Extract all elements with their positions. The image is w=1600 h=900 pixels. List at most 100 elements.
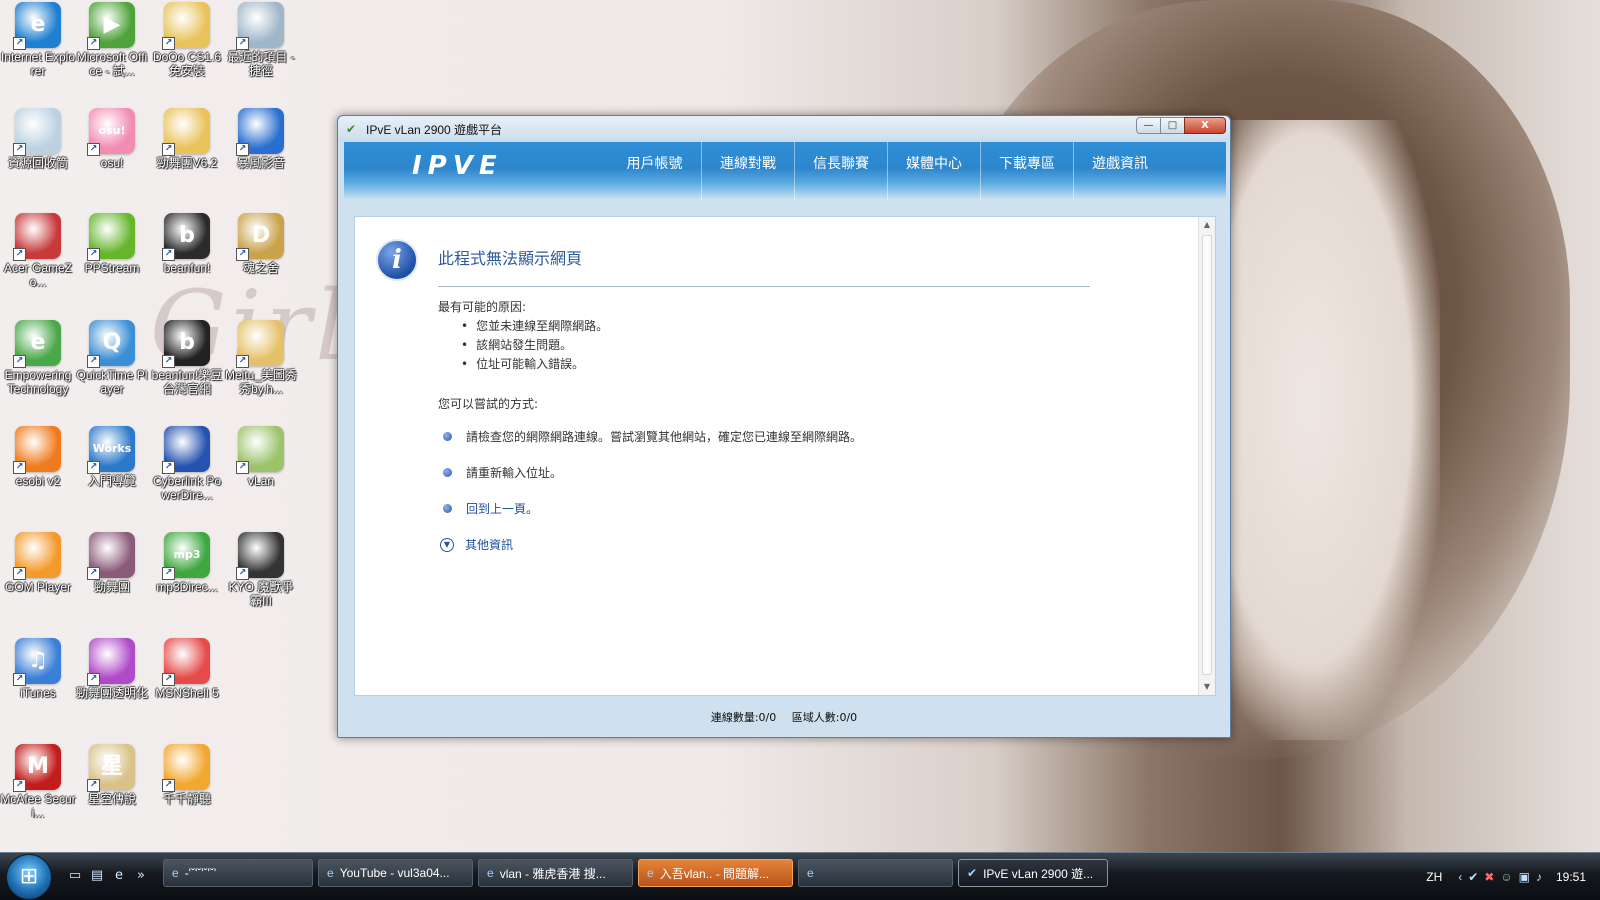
switch-windows-icon[interactable]: ▤ (86, 865, 108, 887)
desktop-icon[interactable]: ↗ Cyberlink PowerDire... (149, 426, 225, 502)
show-desktop-icon[interactable]: ▭ (64, 865, 86, 887)
scroll-thumb[interactable] (1202, 235, 1212, 675)
app-shortcut-icon[interactable]: Works ↗ (87, 426, 135, 474)
desktop-icon[interactable]: Q ↗ QuickTime Player (74, 320, 150, 396)
taskbar-button[interactable]: e (798, 859, 953, 887)
desktop-icon[interactable]: ↗ esobi v2 (0, 426, 76, 488)
taskbar-button[interactable]: e 入吾vlan.. - 問題解... (638, 859, 793, 887)
network-icon[interactable]: ▣ (1519, 870, 1530, 884)
desktop-icon[interactable]: osu! ↗ osu! (74, 108, 150, 170)
app-shortcut-icon[interactable]: ↗ (236, 2, 284, 50)
desktop-icon[interactable]: ↗ 勁舞團透明化 (74, 638, 150, 700)
desktop-icon[interactable]: ♫ ↗ iTunes (0, 638, 76, 700)
desktop-icon[interactable]: ↗ 勁舞團V6.2 (149, 108, 225, 170)
desktop-icon[interactable]: ↗ Acer GameZo... (0, 213, 76, 289)
desktop-icon[interactable]: ↗ 千千靜聽 (149, 744, 225, 806)
app-shortcut-icon[interactable]: D ↗ (236, 213, 284, 261)
nav-user-account[interactable]: 用戶帳號 (608, 142, 701, 200)
desktop-icon[interactable]: e ↗ Empowering Technology (0, 320, 76, 396)
app-shortcut-icon[interactable]: mp3 ↗ (162, 532, 210, 580)
app-shortcut-icon[interactable]: osu! ↗ (87, 108, 135, 156)
ie-quick-icon[interactable]: e (108, 865, 130, 887)
volume-icon[interactable]: ♪ (1536, 870, 1542, 884)
desktop-icon[interactable]: ↗ Meitu_美圖秀秀by.h... (223, 320, 299, 396)
back-link[interactable]: 回到上一頁 (466, 500, 526, 517)
nav-game-info[interactable]: 遊戲資訊 (1073, 142, 1166, 200)
nav-items: 用戶帳號 連線對戰 信長聯賽 媒體中心 下載專區 遊戲資訊 (608, 142, 1166, 200)
chevron-left-icon[interactable]: ‹ (1458, 870, 1462, 884)
people-tray-icon[interactable]: ☺ (1500, 870, 1512, 884)
language-indicator[interactable]: ZH (1426, 870, 1442, 884)
app-shortcut-icon[interactable]: b ↗ (162, 320, 210, 368)
ie-icon: e (327, 866, 334, 880)
vertical-scrollbar[interactable]: ▲ ▼ (1198, 217, 1215, 695)
desktop-icon[interactable]: ↗ GOM Player (0, 532, 76, 594)
app-shortcut-icon[interactable]: ↗ (236, 108, 284, 156)
app-shortcut-icon[interactable]: ↗ (162, 108, 210, 156)
app-shortcut-icon[interactable]: ↗ (13, 426, 61, 474)
desktop-icon[interactable]: M ↗ McAfee Securi... (0, 744, 76, 820)
desktop-icon[interactable]: ↗ MSNShell 5 (149, 638, 225, 700)
scroll-up-icon[interactable]: ▲ (1199, 217, 1215, 233)
desktop-icon[interactable]: mp3 ↗ mp3Direc... (149, 532, 225, 594)
desktop-icon[interactable]: ↗ 勁舞團 (74, 532, 150, 594)
desktop-icon[interactable]: 星 ↗ 星空傳說 (74, 744, 150, 806)
minimize-button[interactable]: — (1136, 117, 1161, 134)
taskbar-button[interactable]: ✔ IPvE vLan 2900 遊... (958, 859, 1108, 887)
desktop-icon[interactable]: ▶ ↗ Microsoft Office - 試... (74, 2, 150, 78)
clock[interactable]: 19:51 (1556, 870, 1586, 884)
app-shortcut-icon[interactable]: ♫ ↗ (13, 638, 61, 686)
app-shortcut-icon[interactable]: ↗ (13, 532, 61, 580)
desktop-icon[interactable]: ↗ DoOo CS1.6 免安裝 (149, 2, 225, 78)
desktop-icon[interactable]: ↗ PPStream (74, 213, 150, 275)
app-shortcut-icon[interactable]: ↗ (162, 744, 210, 792)
app-shortcut-icon[interactable]: ↗ (87, 213, 135, 261)
app-shortcut-icon[interactable]: M ↗ (13, 744, 61, 792)
app-shortcut-icon[interactable]: ↗ (236, 532, 284, 580)
app-shortcut-icon[interactable]: 星 ↗ (87, 744, 135, 792)
window-titlebar[interactable]: ✔ IPvE vLan 2900 遊戲平台 — □ X (338, 116, 1230, 142)
app-shortcut-icon[interactable]: ↗ (87, 532, 135, 580)
desktop-icon[interactable]: ↗ 最近的項目 - 捷徑 (223, 2, 299, 78)
nav-online-battle[interactable]: 連線對戰 (701, 142, 794, 200)
more-info-item[interactable]: ▼ 其他資訊 (440, 536, 513, 553)
close-button[interactable]: X (1184, 117, 1226, 134)
chevron-down-icon[interactable]: ▼ (440, 537, 454, 552)
app-shortcut-icon[interactable]: ↗ (13, 108, 61, 156)
desktop-icon[interactable]: e ↗ Internet Explorer (0, 2, 76, 78)
desktop-icon[interactable]: Works ↗ 入門導覽 (74, 426, 150, 488)
app-shortcut-icon[interactable]: Q ↗ (87, 320, 135, 368)
taskbar-button[interactable]: e YouTube - vul3a04... (318, 859, 473, 887)
vlan-tray-icon[interactable]: ✔ (1468, 870, 1478, 884)
security-tray-icon[interactable]: ✖ (1484, 870, 1494, 884)
app-shortcut-icon[interactable]: ▶ ↗ (87, 2, 135, 50)
app-shortcut-icon[interactable]: ↗ (87, 638, 135, 686)
start-button[interactable]: ⊞ (6, 854, 52, 900)
scroll-down-icon[interactable]: ▼ (1199, 679, 1215, 695)
maximize-button[interactable]: □ (1160, 117, 1185, 134)
desktop-icon[interactable]: b ↗ beanfun! (149, 213, 225, 275)
desktop-icon[interactable]: ↗ 暴風影音 (223, 108, 299, 170)
app-shortcut-icon[interactable]: ↗ (236, 320, 284, 368)
taskbar-button[interactable]: e -'ˇ'ˇ'ˇ'ˇ' (163, 859, 313, 887)
taskbar-button[interactable]: e vlan - 雅虎香港 搜... (478, 859, 633, 887)
more-info-link[interactable]: 其他資訊 (465, 536, 513, 553)
desktop-icon[interactable]: ↗ vLan (223, 426, 299, 488)
app-shortcut-icon[interactable]: ↗ (162, 426, 210, 474)
desktop-icon[interactable]: D ↗ 魂之舍 (223, 213, 299, 275)
app-shortcut-icon[interactable]: ↗ (162, 2, 210, 50)
desktop-icon[interactable]: b ↗ beanfun!樂豆台灣官網 (149, 320, 225, 396)
app-shortcut-icon[interactable]: ↗ (236, 426, 284, 474)
app-shortcut-icon[interactable]: e ↗ (13, 2, 61, 50)
app-shortcut-icon[interactable]: b ↗ (162, 213, 210, 261)
app-shortcut-icon[interactable]: e ↗ (13, 320, 61, 368)
shortcut-arrow-icon: ↗ (13, 355, 26, 368)
app-shortcut-icon[interactable]: ↗ (162, 638, 210, 686)
chevron-right-icon[interactable]: » (130, 865, 152, 887)
desktop-icon[interactable]: ↗ 資源回收筒 (0, 108, 76, 170)
nav-downloads[interactable]: 下載專區 (980, 142, 1073, 200)
app-shortcut-icon[interactable]: ↗ (13, 213, 61, 261)
nav-media-center[interactable]: 媒體中心 (887, 142, 980, 200)
nav-league[interactable]: 信長聯賽 (794, 142, 887, 200)
desktop-icon[interactable]: ↗ KYO 魔獸爭霸III (223, 532, 299, 608)
